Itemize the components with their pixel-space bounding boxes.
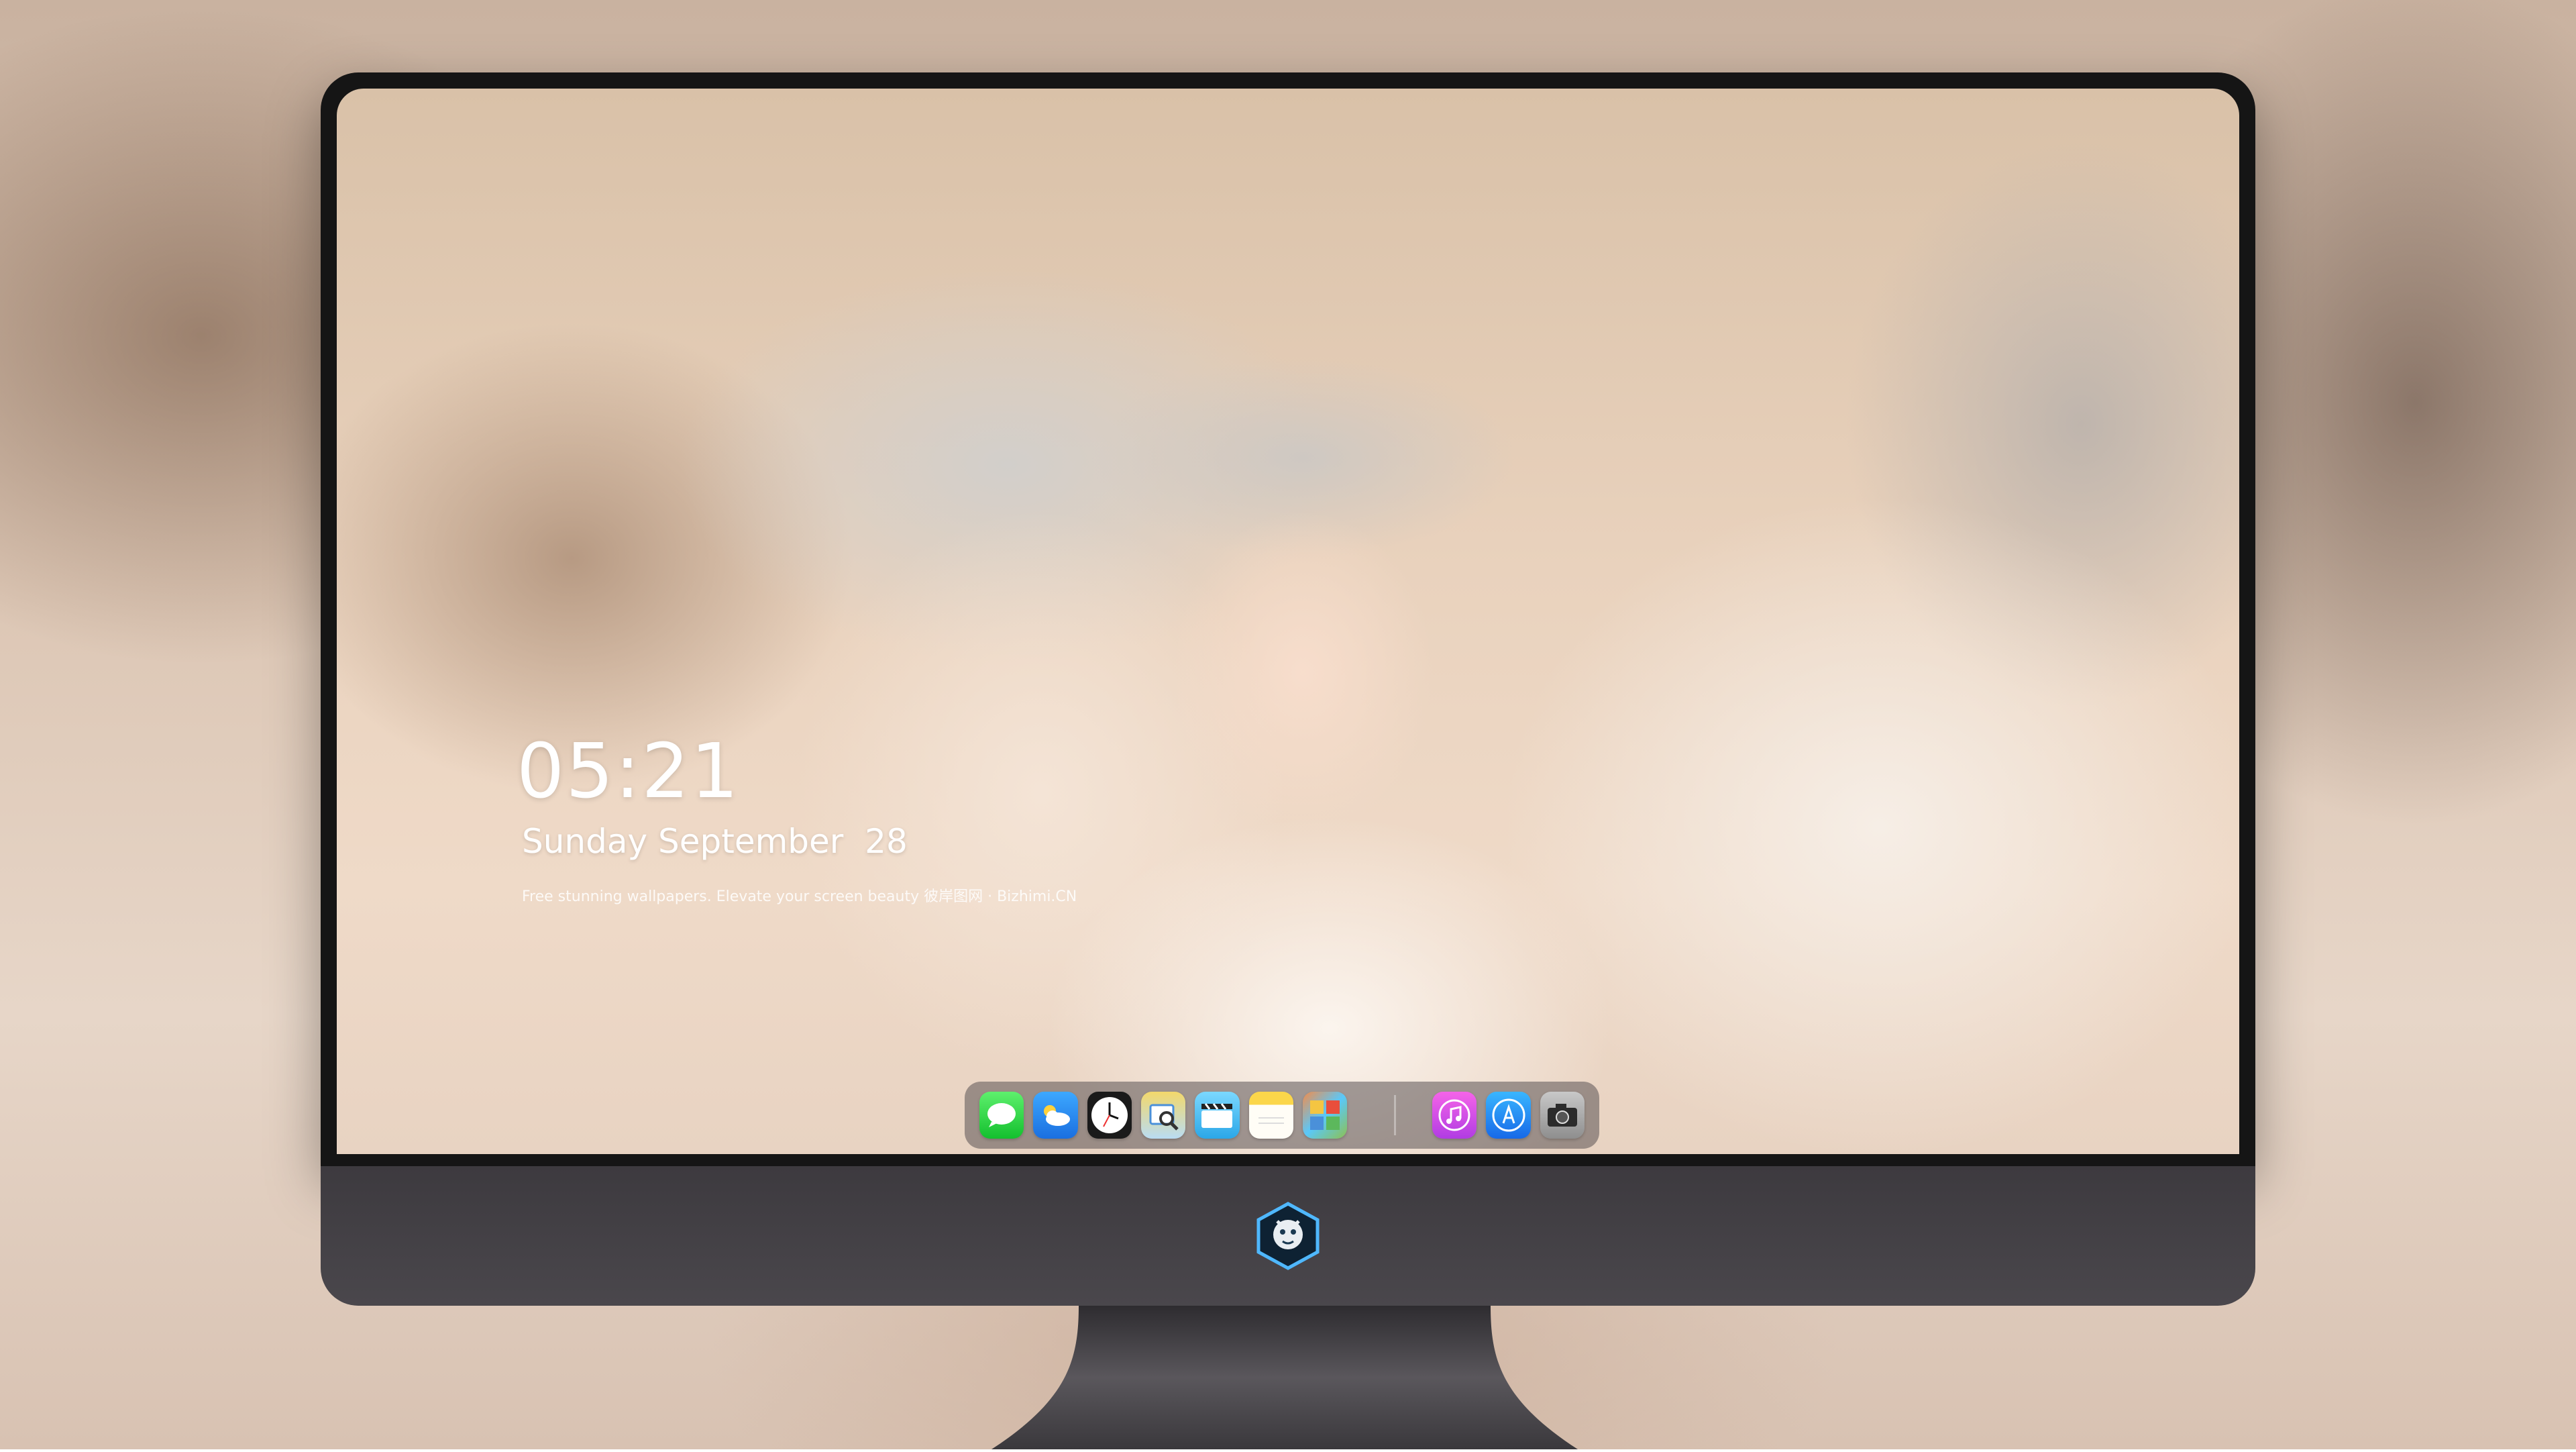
desktop-screen <box>337 89 2239 1154</box>
brand-logo-icon <box>1253 1201 1323 1271</box>
clock-icon[interactable] <box>1087 1092 1132 1139</box>
preview-icon[interactable] <box>1140 1092 1186 1139</box>
messages-icon[interactable] <box>979 1092 1024 1139</box>
clips-icon[interactable] <box>1195 1092 1240 1139</box>
wallpaper-photo <box>927 256 1732 1154</box>
wallpaper-tagline: Free stunning wallpapers. Elevate your s… <box>522 888 1077 905</box>
camera-icon[interactable] <box>1540 1092 1585 1139</box>
notes-icon[interactable] <box>1248 1092 1293 1139</box>
weather-icon[interactable] <box>1033 1092 1078 1139</box>
monitor-stand <box>991 1306 1578 1449</box>
photos-icon[interactable] <box>1302 1092 1348 1139</box>
lockscreen-date: Sunday September 28 <box>522 822 908 861</box>
app-store-icon[interactable] <box>1486 1092 1531 1139</box>
dock-separator <box>1394 1095 1397 1135</box>
dock <box>965 1082 1599 1149</box>
lockscreen-time: 05:21 <box>517 728 740 815</box>
music-icon[interactable] <box>1432 1092 1477 1139</box>
